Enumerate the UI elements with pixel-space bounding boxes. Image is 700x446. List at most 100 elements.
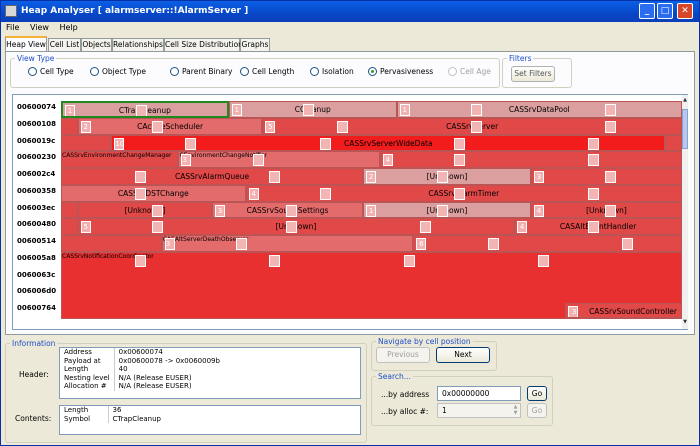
minimize-button[interactable]: _	[639, 3, 655, 19]
scroll-thumb[interactable]	[682, 109, 688, 149]
view-type-option-0[interactable]: Cell Type	[28, 67, 74, 76]
scroll-up-icon[interactable]: ▲	[682, 97, 688, 105]
heap-cell[interactable]	[61, 235, 162, 252]
tab-heap-view[interactable]: Heap View	[5, 36, 47, 52]
info-value: 40	[118, 365, 128, 374]
heap-cell[interactable]: 4	[379, 151, 682, 168]
heap-cell-label: CASSrvAlarmQueue	[174, 172, 250, 181]
heap-cell[interactable]: CASAltServerDeathObserver 3	[161, 235, 414, 252]
heap-cell[interactable]: CASAltEventHandler4	[514, 218, 682, 235]
navigate-label: Navigate by cell position	[378, 337, 471, 346]
view-type-option-3[interactable]: Cell Length	[240, 67, 294, 76]
heap-cell[interactable]: CASSrvDSTChange	[61, 184, 246, 202]
address-label: 006006d0	[17, 287, 57, 296]
heap-cell[interactable]: [Unknown]	[77, 201, 213, 219]
radio-icon[interactable]	[90, 67, 99, 76]
tab-relationships[interactable]: Relationships	[112, 38, 164, 51]
address-label: 00600108	[17, 119, 56, 128]
address-label: 00600764	[17, 304, 56, 312]
tab-cell-list[interactable]: Cell List	[48, 38, 81, 51]
heap-cell[interactable]: [Unknown]1	[363, 201, 531, 219]
heap-cell[interactable]: CTrapCleanup1	[61, 101, 229, 118]
heap-cell[interactable]: CASSrvAlarmTimer4	[245, 184, 682, 202]
cell-count-badge: 4	[382, 154, 393, 167]
sub-cell-marker	[588, 137, 600, 150]
heap-cell[interactable]	[61, 117, 78, 135]
sub-cell-marker	[605, 104, 617, 116]
cell-count-badge: 1	[366, 204, 377, 217]
info-row: Symbol CTrapCleanup	[60, 414, 165, 424]
heap-cell-label: CASSrvServerWideData	[343, 138, 433, 148]
heap-cell[interactable]	[61, 201, 78, 219]
cell-count-badge: 1	[231, 104, 242, 116]
sub-cell-marker	[136, 105, 148, 116]
heap-cell[interactable]	[61, 218, 78, 235]
previous-button[interactable]: Previous	[376, 347, 430, 363]
close-button[interactable]: ✕	[677, 3, 693, 19]
menu-view[interactable]: View	[25, 22, 52, 32]
radio-icon[interactable]	[368, 67, 377, 76]
view-type-option-2[interactable]: Parent Binary	[170, 67, 233, 76]
heap-map[interactable]: 00600074 00600108 0060019c 00600230 006002c4…	[12, 94, 688, 330]
sub-cell-marker	[437, 204, 449, 217]
view-type-option-1[interactable]: Object Type	[90, 67, 146, 76]
heap-cell[interactable]	[665, 134, 682, 152]
alloc-spinner-icon[interactable]: ▲ ▼	[511, 404, 520, 417]
info-key: Address	[60, 348, 115, 357]
radio-icon[interactable]	[240, 67, 249, 76]
tab-graphs[interactable]: Graphs	[240, 38, 270, 51]
address-search-input[interactable]: 0x00000000	[437, 386, 521, 401]
menu-file[interactable]: File	[1, 22, 22, 32]
heap-cell[interactable]: CASSrvEnvironmentChangeManager	[61, 151, 179, 168]
heap-cell[interactable]: CASSrvSoundSettings3	[212, 201, 364, 219]
set-filters-button[interactable]: Set Filters	[511, 66, 555, 82]
view-type-label: View Type	[17, 54, 55, 63]
heap-cell[interactable]: 6	[413, 235, 682, 252]
sub-cell-marker	[537, 254, 549, 267]
heap-cell[interactable]: 3 CASSrvSoundController	[564, 303, 682, 318]
info-key: Allocation #	[60, 382, 115, 391]
heap-cell[interactable]	[61, 134, 112, 152]
info-value: CTrapCleanup	[112, 414, 162, 423]
window-title: Heap Analyser [ alarmserver::!AlarmServe…	[21, 6, 249, 16]
radio-icon[interactable]	[170, 67, 179, 76]
heap-cell[interactable]: [Unknown]2	[363, 168, 531, 185]
menu-help[interactable]: Help	[54, 22, 80, 32]
contents-label: Contents:	[15, 414, 52, 423]
address-go-button[interactable]: Go	[527, 386, 547, 401]
scroll-down-icon[interactable]: ▼	[682, 319, 688, 327]
heap-cell[interactable]: [Unknown]4	[530, 201, 682, 219]
cell-count-badge: 10	[114, 137, 125, 150]
view-type-option-6[interactable]: Cell Age	[448, 67, 491, 76]
heap-cell[interactable]: CActiveScheduler 2	[77, 117, 263, 135]
heap-cell[interactable]: CASSrvServerWideData 10	[111, 134, 666, 152]
alloc-search-input[interactable]: 1	[437, 403, 521, 418]
heap-cell[interactable]: CASSrvServer5	[262, 117, 682, 135]
radio-icon[interactable]	[28, 67, 37, 76]
heap-cell[interactable]: 3	[530, 168, 682, 185]
radio-icon[interactable]	[310, 67, 319, 76]
title-bar[interactable]: Heap Analyser [ alarmserver::!AlarmServe…	[1, 1, 699, 22]
view-type-option-5[interactable]: Pervasiveness	[368, 67, 433, 76]
alloc-go-button[interactable]: Go	[527, 403, 547, 418]
info-key: Length	[60, 406, 109, 415]
maximize-button[interactable]: □	[657, 3, 673, 19]
tab-objects[interactable]: Objects	[81, 38, 112, 51]
heap-scrollbar[interactable]: ▲ ▼	[682, 95, 688, 329]
address-label: 00600230	[17, 153, 56, 162]
heap-cell[interactable]: CCleanup1	[228, 101, 397, 118]
search-label: Search...	[378, 372, 411, 381]
sub-cell-marker	[302, 104, 314, 116]
next-button[interactable]: Next	[436, 347, 490, 363]
heap-cell[interactable]: CASSrvAlarmQueue	[61, 168, 364, 185]
heap-cell[interactable]: CASSrvDataPool 1	[396, 101, 682, 118]
radio-icon[interactable]	[448, 67, 457, 76]
heap-cell[interactable]: [Unknown]5	[77, 218, 515, 235]
heap-cell[interactable]: CEnvironmentChangeNotifier 3	[178, 151, 380, 168]
info-row: Allocation # N/A (Release EUSER)	[60, 382, 224, 391]
tab-cell-size-distributions[interactable]: Cell Size Distributions	[164, 38, 247, 51]
sub-cell-marker	[420, 221, 432, 234]
sub-cell-marker	[252, 154, 264, 167]
filters-label: Filters	[509, 54, 532, 63]
view-type-option-4[interactable]: Isolation	[310, 67, 354, 76]
